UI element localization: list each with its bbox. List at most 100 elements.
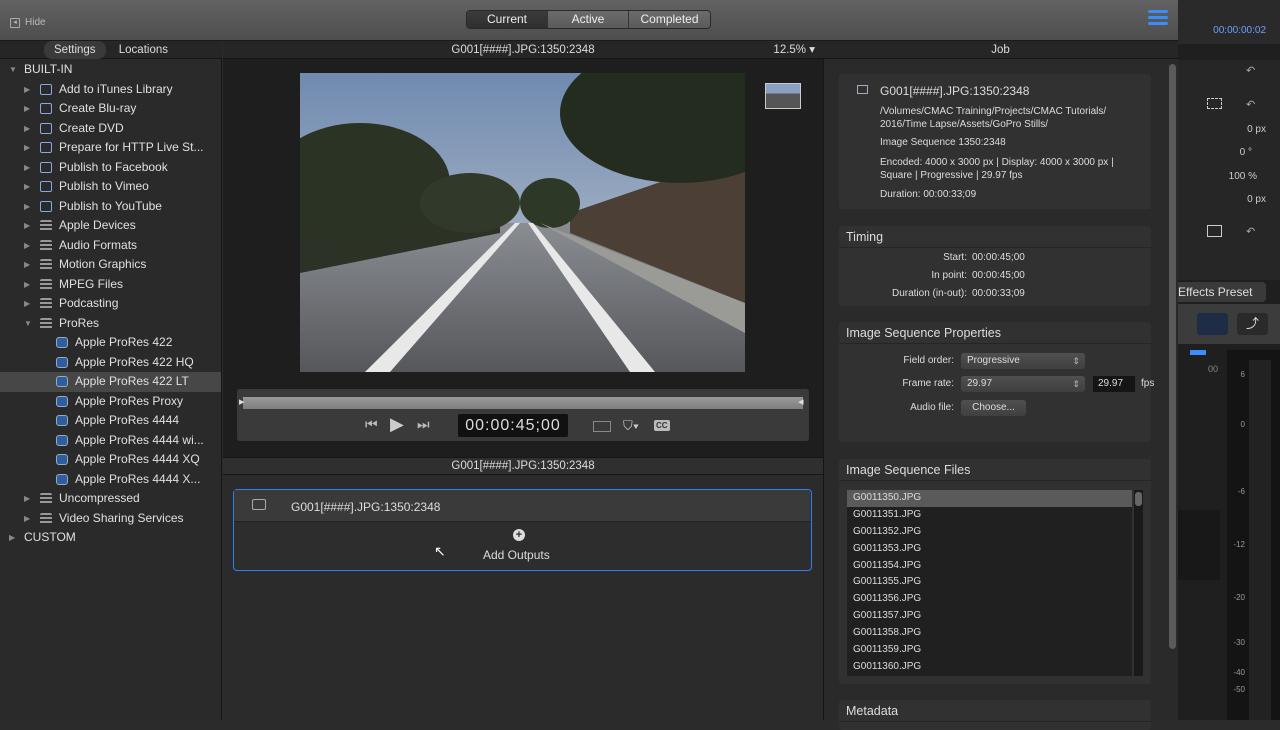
sidebar-item[interactable]: ▼ ProRes [0,314,221,334]
timecode-display: 00:00:45;00 [458,414,568,437]
play-icon[interactable]: ▶ [390,414,404,435]
disclosure-closed-icon[interactable]: ▶ [24,236,30,256]
sidebar-item[interactable]: Apple ProRes Proxy [0,392,221,412]
reset-icon[interactable]: ↶ [1246,98,1255,111]
sidebar-item[interactable]: Apple ProRes 422 LT [0,372,221,392]
file-list-item[interactable]: G0011357.JPG [847,608,1132,625]
add-icon[interactable]: + [513,529,525,541]
sidebar-item[interactable]: ▶ MPEG Files [0,275,221,295]
sidebar-item[interactable]: ▶ Motion Graphics [0,255,221,275]
choose-audio-button[interactable]: Choose... [961,400,1026,416]
tab-active[interactable]: Active [548,11,629,28]
transform-icon[interactable] [1207,98,1222,109]
inspector-toggle-icon[interactable] [1197,313,1228,335]
reset-icon[interactable]: ↶ [1246,225,1255,238]
sidebar-item[interactable]: ▶ Podcasting [0,294,221,314]
field-order-select[interactable]: Progressive [961,353,1085,369]
effects-preset-button[interactable]: Effects Preset [1178,282,1266,302]
sidebar-item[interactable]: Apple ProRes 422 HQ [0,353,221,373]
disclosure-closed-icon[interactable]: ▶ [24,80,30,100]
tab-settings[interactable]: Settings [44,41,106,59]
prores-preset-icon [56,376,68,387]
file-list-item[interactable]: G0011351.JPG [847,507,1132,524]
file-list-item[interactable]: G0011352.JPG [847,524,1132,541]
section-title: Timing [839,226,1151,248]
sidebar-item[interactable]: ▶ Prepare for HTTP Live St... [0,138,221,158]
sidebar-item[interactable]: ▶ Publish to Facebook [0,158,221,178]
closed-captions-icon[interactable]: CC [654,420,670,431]
sidebar-item[interactable]: ▶ Create Blu-ray [0,99,221,119]
zoom-level[interactable]: 12.5% ▾ [773,41,815,59]
disclosure-closed-icon[interactable]: ▶ [24,119,30,139]
duration-info: Duration: 00:00:33;09 [880,189,977,200]
rotation-value: 0 ° [1239,147,1252,158]
sidebar-item[interactable]: ▶ Publish to YouTube [0,197,221,217]
share-icon[interactable]: ⤴ [1237,313,1268,335]
job-box[interactable]: G001[####].JPG:1350:2348 + Add Outputs [233,489,812,571]
sidebar-item[interactable]: ▶ Uncompressed [0,489,221,509]
file-list-item[interactable]: G0011354.JPG [847,558,1132,575]
file-list-item[interactable]: G0011350.JPG [847,490,1132,507]
reset-icon[interactable]: ↶ [1246,64,1255,77]
meter-scale-label: -40 [1233,668,1245,677]
file-list-scrollbar[interactable] [1134,490,1143,676]
timing-label: Duration (in-out): [891,288,967,299]
hide-button[interactable]: ◂ Hide [10,17,46,28]
sidebar-item[interactable]: Apple ProRes 4444 X... [0,470,221,490]
sidebar-item[interactable]: Apple ProRes 422 [0,333,221,353]
image-sequence-files: Image Sequence Files G0011350.JPG G001135… [839,459,1151,684]
disclosure-closed-icon[interactable]: ▶ [24,275,30,295]
settings-icon [40,493,52,504]
thumbnail[interactable] [765,83,801,109]
tab-completed[interactable]: Completed [629,11,710,28]
crop-icon[interactable] [1207,225,1222,237]
file-list-item[interactable]: G0011356.JPG [847,591,1132,608]
add-outputs-button[interactable]: Add Outputs [483,548,550,562]
file-list-item[interactable]: G0011358.JPG [847,625,1132,642]
frame-rate-input[interactable]: 29.97 [1093,376,1135,392]
sidebar-item[interactable]: ▶ Publish to Vimeo [0,177,221,197]
disclosure-closed-icon[interactable]: ▶ [24,489,30,509]
group-built-in[interactable]: ▼ BUILT-IN [0,60,221,80]
sidebar-item[interactable]: ▶ Create DVD [0,119,221,139]
disclosure-closed-icon[interactable]: ▶ [24,216,30,236]
file-list-item[interactable]: G0011355.JPG [847,574,1132,591]
scrubber[interactable] [243,397,803,409]
next-frame-icon[interactable]: ⏭ [417,416,430,433]
split-view-icon[interactable] [593,421,611,432]
disclosure-closed-icon[interactable]: ▶ [24,99,30,119]
disclosure-closed-icon[interactable]: ▶ [24,197,30,217]
sidebar-item[interactable]: ▶ Audio Formats [0,236,221,256]
marker-icon[interactable]: ⛉▾ [623,418,639,434]
frame-rate-select[interactable]: 29.97 [961,376,1085,392]
previous-frame-icon[interactable]: ⏮ [365,416,378,433]
file-list-item[interactable]: G0011353.JPG [847,541,1132,558]
sidebar-item[interactable]: Apple ProRes 4444 [0,411,221,431]
tab-locations[interactable]: Locations [109,41,178,59]
disclosure-closed-icon[interactable]: ▶ [24,509,30,529]
disclosure-closed-icon[interactable]: ▶ [24,158,30,178]
disclosure-closed-icon[interactable]: ▶ [24,294,30,314]
view-segmented-control: Current Active Completed [466,10,711,29]
disclosure-closed-icon[interactable]: ▶ [24,255,30,275]
playhead-marker[interactable] [1190,350,1206,355]
settings-icon [40,512,52,524]
file-list-item[interactable]: G0011360.JPG [847,659,1132,676]
disclosure-closed-icon[interactable]: ▶ [24,138,30,158]
tab-current[interactable]: Current [467,11,548,28]
viewer-title: G001[####].JPG:1350:2348 [451,44,595,56]
disclosure-closed-icon[interactable]: ▶ [24,177,30,197]
group-custom[interactable]: ▶ CUSTOM [0,528,221,548]
sidebar-item[interactable]: ▶ Add to iTunes Library [0,80,221,100]
sidebar-item[interactable]: ▶ Apple Devices [0,216,221,236]
sidebar-item[interactable]: ▶ Video Sharing Services [0,509,221,529]
out-point-marker[interactable]: ◂ [798,395,804,408]
file-list-item[interactable]: G0011359.JPG [847,642,1132,659]
settings-icon [40,220,52,231]
disclosure-open-icon[interactable]: ▼ [24,314,32,334]
share-icon [40,142,52,153]
sidebar-item[interactable]: Apple ProRes 4444 wi... [0,431,221,451]
sidebar-item[interactable]: Apple ProRes 4444 XQ [0,450,221,470]
settings-icon [40,298,52,309]
in-point-marker[interactable]: ▸ [239,395,245,408]
